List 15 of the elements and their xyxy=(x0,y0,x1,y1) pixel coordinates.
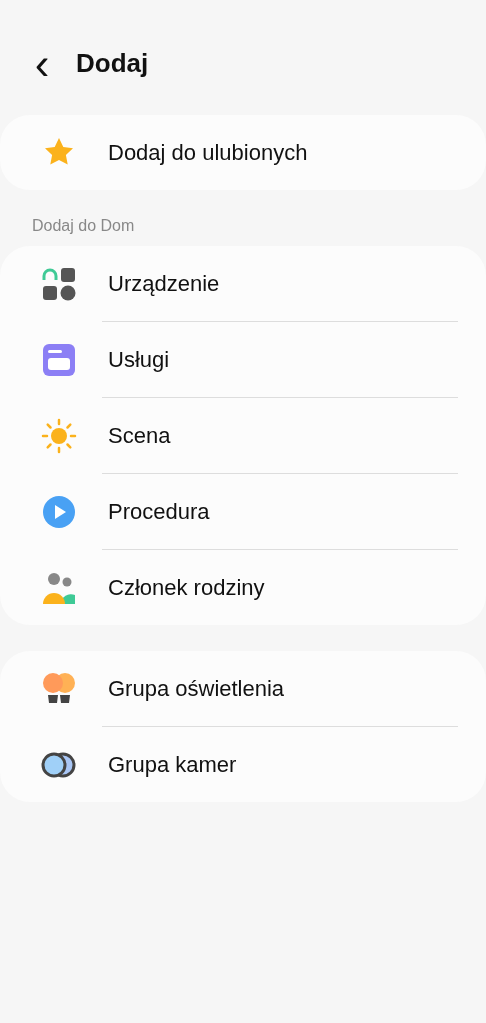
device-grid-icon xyxy=(41,265,77,302)
window-icon xyxy=(41,341,77,378)
menu-item[interactable]: Urządzenie xyxy=(0,246,486,321)
play-icon xyxy=(41,493,77,530)
menu-item[interactable]: Usługi xyxy=(0,322,486,397)
menu-item[interactable]: Dodaj do ulubionych xyxy=(0,115,486,190)
menu-item[interactable]: Procedura xyxy=(0,474,486,549)
sun-icon xyxy=(41,417,77,454)
menu-item[interactable]: Scena xyxy=(0,398,486,473)
menu-item[interactable]: Grupa oświetlenia xyxy=(0,651,486,726)
page-title: Dodaj xyxy=(76,48,149,80)
menu-item[interactable]: Grupa kamer xyxy=(0,727,486,802)
back-button[interactable]: ‹ xyxy=(28,36,56,92)
section-heading: Dodaj do Dom xyxy=(31,216,136,236)
menu-item[interactable]: Członek rodziny xyxy=(0,550,486,625)
